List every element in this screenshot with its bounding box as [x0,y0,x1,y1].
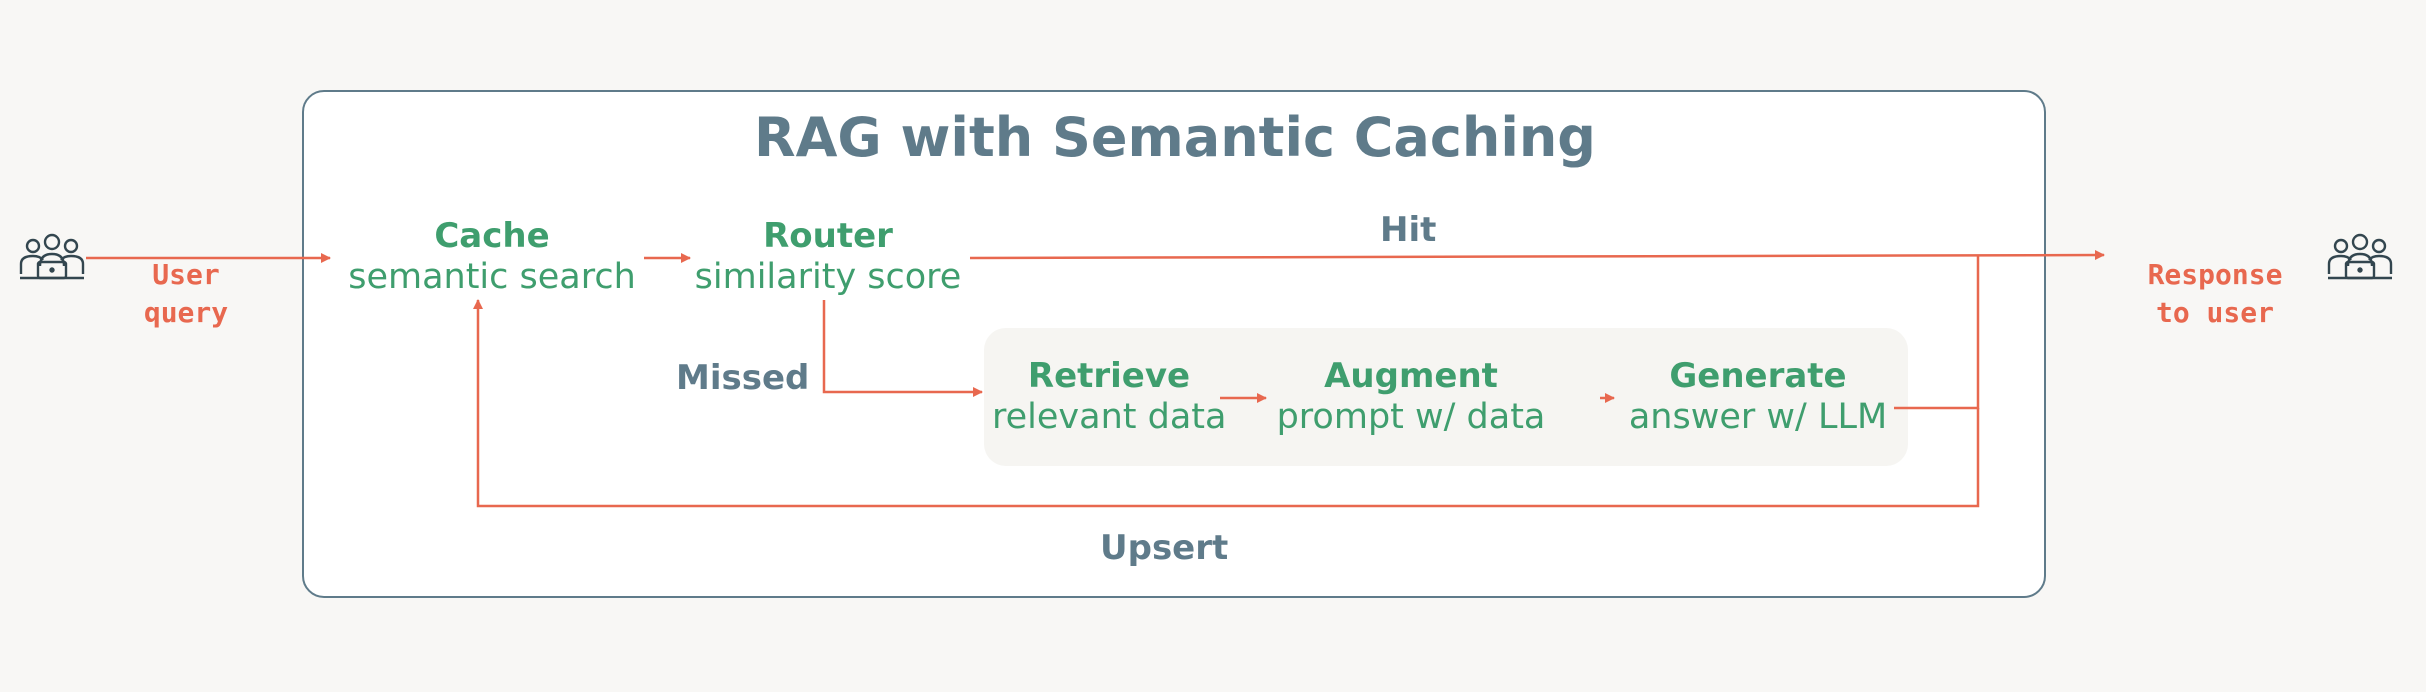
node-retrieve-desc: relevant data [992,397,1227,437]
node-augment-name: Augment [1324,356,1498,396]
node-router: Router similarity score [692,216,964,298]
edge-missed [822,300,983,397]
users-laptop-icon [2327,233,2393,280]
edge-label-hit: Hit [1380,210,1437,250]
input-label-line2: query [143,296,229,329]
node-router-desc: similarity score [694,257,962,297]
input-label-line1: User [152,258,220,291]
node-cache: Cache semantic search [340,216,644,298]
output-label-line1: Response [2147,258,2283,291]
node-generate: Generate answer w/ LLM [1624,356,1892,438]
node-retrieve-name: Retrieve [1027,356,1191,396]
node-augment: Augment prompt w/ data [1272,356,1550,438]
output-label-line2: to user [2155,296,2274,329]
node-cache-desc: semantic search [348,257,636,297]
node-router-name: Router [763,216,893,256]
connector-lines [86,250,2105,508]
node-generate-name: Generate [1669,356,1847,396]
output-label: Response to user [2120,218,2310,332]
users-laptop-icon [19,233,85,280]
edge-label-missed: Missed [676,358,810,398]
input-label: User query [126,218,246,332]
edge-hit [969,250,2105,261]
edge-generate-out [1894,256,1980,410]
node-retrieve: Retrieve relevant data [992,356,1226,438]
edge-label-upsert: Upsert [1100,528,1229,568]
node-augment-desc: prompt w/ data [1276,397,1546,437]
diagram-title: RAG with Semantic Caching [754,106,1596,169]
node-cache-name: Cache [434,216,550,256]
node-generate-desc: answer w/ LLM [1628,397,1888,437]
